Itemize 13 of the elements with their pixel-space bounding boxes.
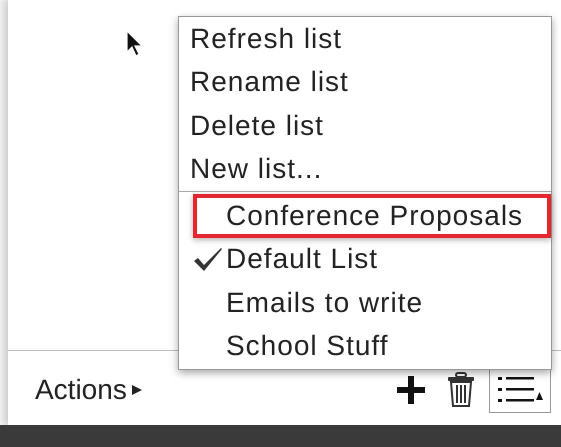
menu-item[interactable]: New list... bbox=[179, 148, 551, 191]
actions-menu[interactable]: Actions bbox=[35, 374, 143, 406]
menu-item[interactable]: Emails to write bbox=[179, 281, 551, 324]
menu-item[interactable]: School Stuff bbox=[179, 324, 551, 368]
menu-item[interactable]: Delete list bbox=[179, 104, 551, 148]
trash-button[interactable] bbox=[447, 372, 475, 408]
menu-item[interactable]: Refresh list bbox=[179, 17, 551, 60]
menu-item[interactable]: Conference Proposals bbox=[193, 194, 551, 238]
add-button[interactable] bbox=[397, 376, 425, 404]
menu-item[interactable]: Rename list bbox=[179, 60, 551, 104]
list-menu-button[interactable] bbox=[489, 367, 551, 413]
arrow-icon bbox=[130, 384, 143, 396]
menu-item[interactable]: Default List bbox=[179, 238, 551, 281]
